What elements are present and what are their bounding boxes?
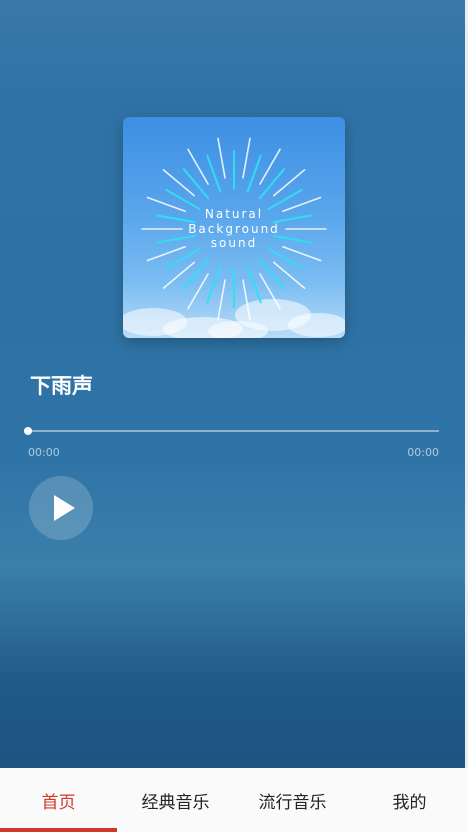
tab-home[interactable]: 首页 [0, 768, 117, 832]
active-tab-indicator [0, 828, 117, 832]
tab-classic-music-label: 经典音乐 [141, 792, 210, 813]
ray-line [217, 137, 226, 179]
tab-mine[interactable]: 我的 [351, 768, 468, 832]
ray-line [242, 137, 251, 179]
cover-line-1: Natural [204, 207, 264, 221]
tab-classic-music[interactable]: 经典音乐 [117, 768, 234, 832]
tab-pop-music[interactable]: 流行音乐 [234, 768, 351, 832]
total-time: 00:00 [407, 446, 439, 459]
ray-line [206, 154, 222, 193]
ray-line [206, 265, 222, 304]
bottom-tab-bar: 首页 经典音乐 流行音乐 我的 [0, 768, 468, 832]
tab-pop-music-label: 流行音乐 [258, 792, 327, 813]
player-screen: Natural Background sound 下雨声 00:00 00:00… [0, 0, 468, 832]
track-title: 下雨声 [30, 374, 93, 398]
ray-line [258, 168, 286, 200]
current-time: 00:00 [28, 446, 60, 459]
ray-line [246, 154, 262, 193]
album-cover: Natural Background sound [123, 117, 345, 338]
progress-bar[interactable] [28, 430, 439, 432]
tab-mine-label: 我的 [392, 792, 427, 813]
tab-home-label: 首页 [41, 792, 76, 813]
play-icon [54, 495, 75, 521]
progress-thumb[interactable] [24, 427, 32, 435]
ray-line [182, 258, 210, 290]
ray-line [258, 258, 286, 290]
cover-text: Natural Background sound [123, 207, 345, 251]
ray-line [246, 265, 262, 304]
ray-line [217, 279, 226, 321]
cover-line-2: Background [188, 221, 280, 236]
cover-line-3: sound [210, 236, 258, 250]
play-button[interactable] [29, 476, 93, 540]
ray-line [182, 168, 210, 200]
